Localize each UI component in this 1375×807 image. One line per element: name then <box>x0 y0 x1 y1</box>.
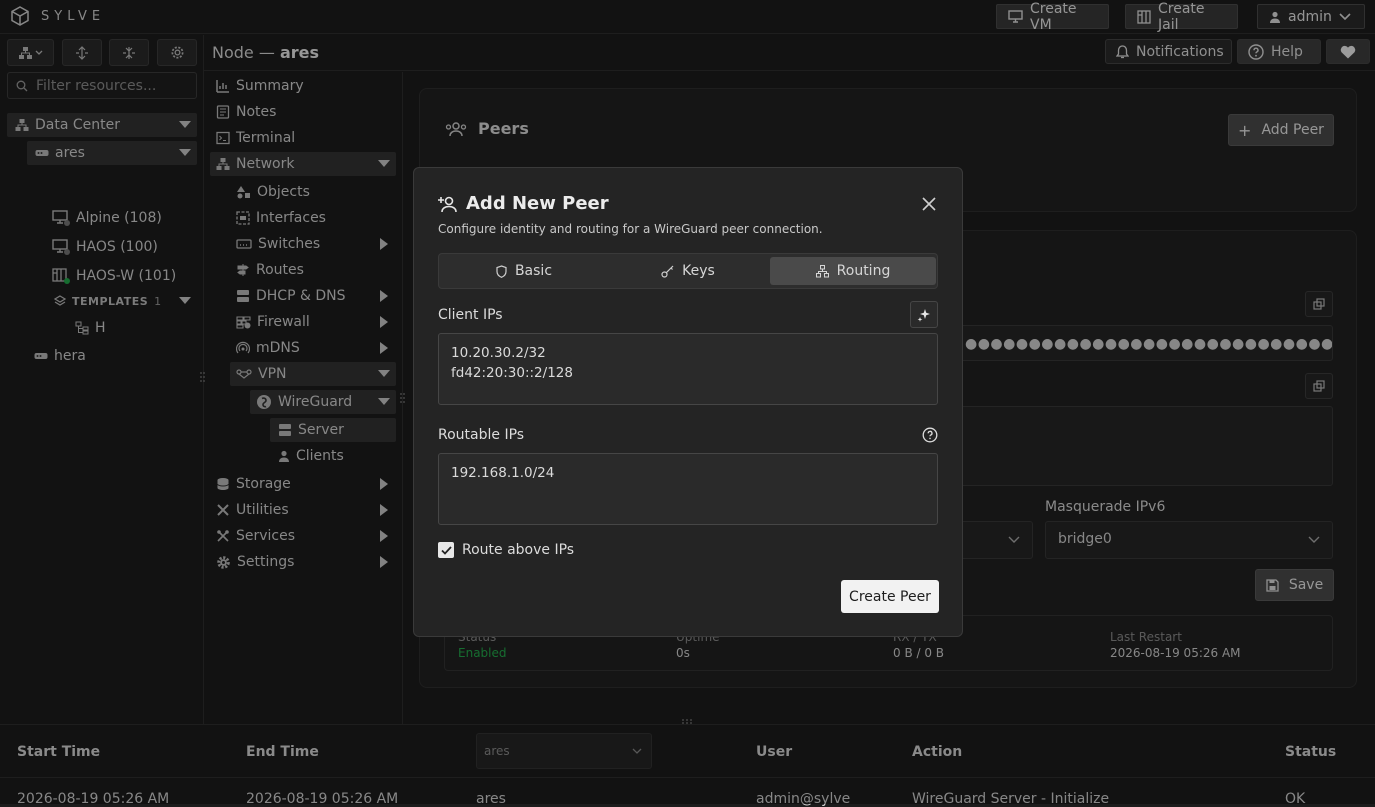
add-peer-dialog: Add New Peer Configure identity and rout… <box>413 167 963 637</box>
close-icon <box>922 197 936 211</box>
tab-basic-label: Basic <box>514 263 553 279</box>
client-ips-label: Client IPs <box>438 307 503 323</box>
check-icon <box>440 545 452 555</box>
user-plus-icon <box>438 195 458 213</box>
help-circle-icon[interactable] <box>922 427 938 443</box>
route-above-ips-label[interactable]: Route above IPs <box>462 542 574 558</box>
routable-ip-line: 192.168.1.0/24 <box>451 465 555 481</box>
create-peer-label: Create Peer <box>849 588 931 605</box>
generate-ips-button[interactable] <box>910 301 938 328</box>
dialog-title: Add New Peer <box>466 193 609 214</box>
close-button[interactable] <box>919 194 939 214</box>
tab-keys-label: Keys <box>682 263 715 279</box>
create-peer-button[interactable]: Create Peer <box>841 580 939 613</box>
sparkles-icon <box>917 308 931 322</box>
dialog-header: Add New Peer <box>438 193 609 214</box>
tab-basic[interactable]: Basic <box>442 257 606 285</box>
client-ip-line: 10.20.30.2/32 <box>451 345 546 361</box>
route-above-ips-checkbox[interactable] <box>438 542 454 558</box>
tab-routing-label: Routing <box>836 263 891 279</box>
network-icon <box>815 264 829 278</box>
client-ips-textarea[interactable]: 10.20.30.2/32 fd42:20:30::2/128 <box>438 333 938 405</box>
peer-tabs: Basic Keys Routing <box>438 253 938 289</box>
shield-icon <box>496 264 507 278</box>
key-icon <box>661 265 674 278</box>
tab-keys[interactable]: Keys <box>606 257 770 285</box>
dialog-subtitle: Configure identity and routing for a Wir… <box>438 222 823 236</box>
tab-routing[interactable]: Routing <box>770 257 936 285</box>
routable-ips-textarea[interactable]: 192.168.1.0/24 <box>438 453 938 525</box>
client-ip-line: fd42:20:30::2/128 <box>451 365 573 381</box>
routable-ips-label: Routable IPs <box>438 427 525 443</box>
